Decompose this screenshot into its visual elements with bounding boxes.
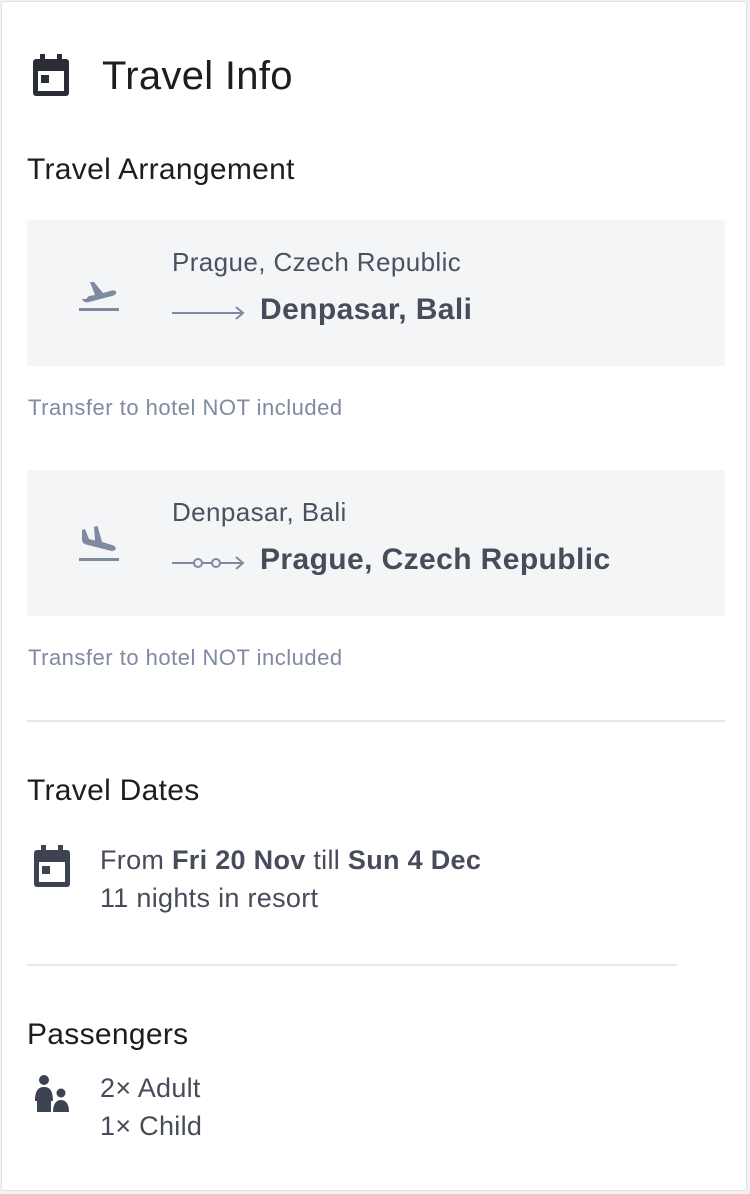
passengers-heading: Passengers [27,1018,189,1051]
start-date: Fri 20 Nov [172,845,306,875]
return-transfer-note: Transfer to hotel NOT included [28,645,343,670]
end-date: Sun 4 Dec [347,845,482,875]
people-icon [35,1075,69,1112]
travel-info-card: Travel Info Travel Arrangement Prague, C… [1,1,747,1191]
child-count: 1× Child [100,1111,203,1141]
plane-landing-icon [79,526,119,561]
from-word: From [100,845,165,875]
card-header: Travel Info [31,52,293,100]
outbound-origin: Prague, Czech Republic [172,247,462,277]
return-flight: Denpasar, Bali Prague, Czech Republic [27,470,725,616]
direct-arrow-icon [172,306,245,320]
calendar-icon [34,845,70,887]
adult-count: 2× Adult [100,1073,201,1103]
return-origin: Denpasar, Bali [172,497,347,527]
section-divider [27,720,725,722]
date-range: From Fri 20 Nov till Sun 4 Dec [100,844,481,876]
page-title: Travel Info [102,54,293,98]
outbound-transfer-note: Transfer to hotel NOT included [28,395,343,420]
return-destination: Prague, Czech Republic [260,543,611,576]
outbound-destination: Denpasar, Bali [260,293,473,326]
nights-count: 11 nights in resort [100,883,319,913]
section-divider [27,964,677,966]
travel-dates-heading: Travel Dates [27,774,200,807]
calendar-icon [33,54,69,96]
outbound-flight: Prague, Czech Republic Denpasar, Bali [27,220,725,366]
plane-takeoff-icon [79,282,119,311]
stops-arrow-icon [172,556,245,570]
travel-arrangement-heading: Travel Arrangement [27,153,295,186]
till-word: till [313,845,341,875]
